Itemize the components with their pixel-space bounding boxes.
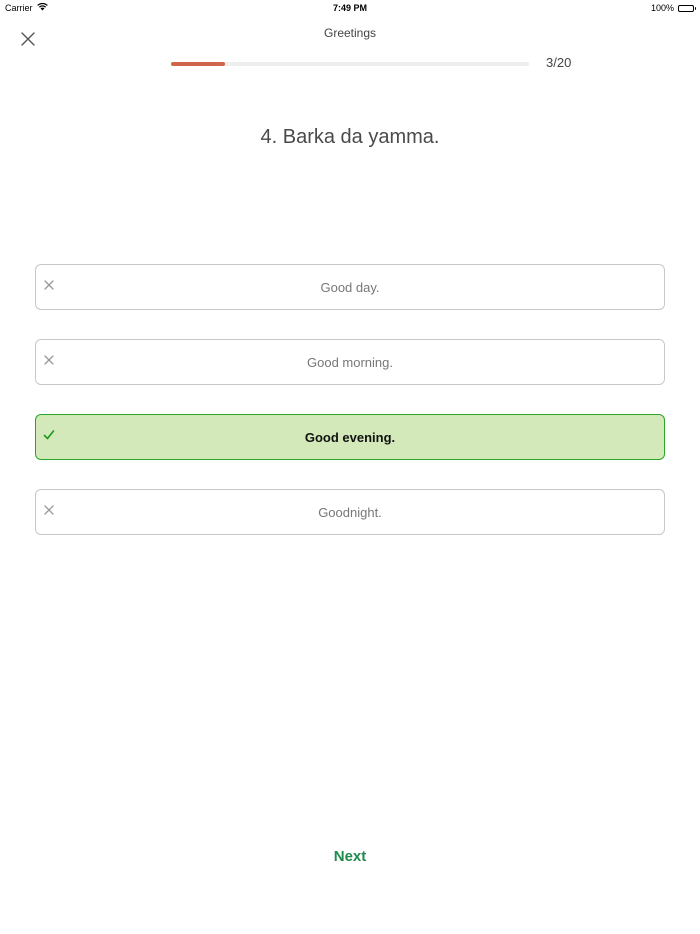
progress-bar <box>171 62 529 66</box>
status-right: 100% <box>650 3 696 13</box>
answer-label: Good day. <box>320 280 380 295</box>
progress-fill <box>171 62 225 66</box>
answer-label: Good evening. <box>304 430 396 445</box>
progress-count: 3/20 <box>546 55 572 70</box>
answer-option-1[interactable]: Good day. <box>35 264 665 310</box>
battery-percent: 100% <box>650 3 674 13</box>
next-button[interactable]: Next <box>300 848 400 865</box>
answer-option-3[interactable]: Good evening. <box>35 414 665 460</box>
question-text: 4. Barka da yamma. <box>260 126 440 148</box>
answer-option-4[interactable]: Goodnight. <box>35 489 665 535</box>
status-bar: Carrier 7:49 PM 100% <box>0 0 700 16</box>
battery-icon <box>678 4 696 12</box>
answer-label: Goodnight. <box>318 505 382 520</box>
answer-label: Good morning. <box>307 355 393 370</box>
answer-option-2[interactable]: Good morning. <box>35 339 665 385</box>
status-time: 7:49 PM <box>332 3 367 13</box>
lesson-title: Greetings <box>323 26 377 40</box>
